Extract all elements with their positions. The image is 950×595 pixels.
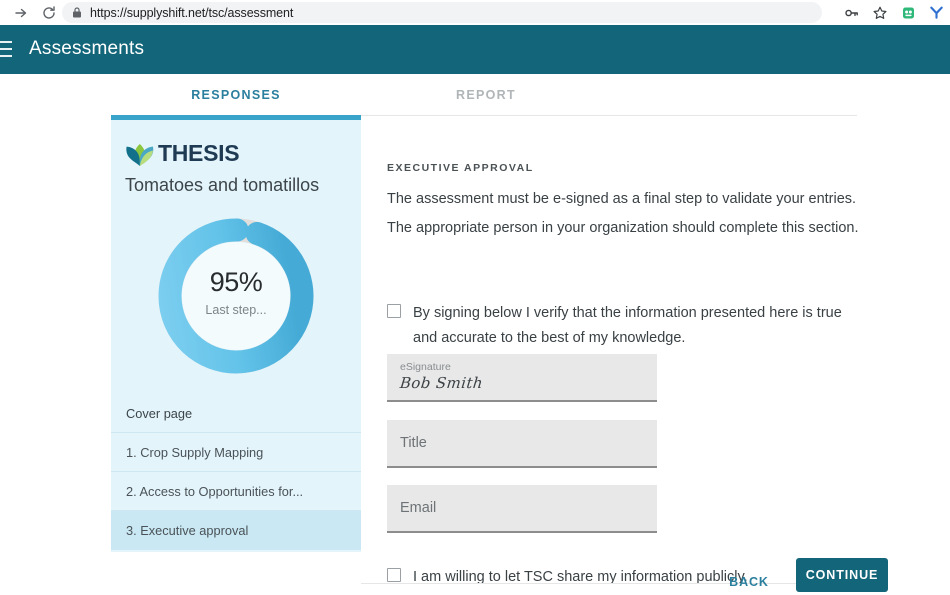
- back-button[interactable]: BACK: [716, 569, 782, 595]
- hamburger-menu-icon[interactable]: [0, 41, 12, 57]
- verify-checkbox-row[interactable]: By signing below I verify that the infor…: [387, 301, 862, 351]
- verify-checkbox-label: By signing below I verify that the infor…: [413, 301, 862, 351]
- reload-icon[interactable]: [36, 0, 62, 25]
- thesis-logo-text: THESIS: [158, 140, 239, 167]
- star-icon[interactable]: [866, 0, 894, 25]
- profile-icon[interactable]: [922, 0, 950, 25]
- tab-bar: RESPONSES REPORT: [111, 74, 857, 116]
- sidebar-item-executive-approval[interactable]: 3. Executive approval: [111, 511, 361, 550]
- progress-percent: 95%: [153, 267, 319, 298]
- tab-report[interactable]: REPORT: [361, 74, 611, 116]
- extension-icon[interactable]: [894, 0, 922, 25]
- sidebar-item-label: Cover page: [126, 406, 192, 421]
- section-heading: EXECUTIVE APPROVAL: [387, 162, 534, 174]
- lock-icon: [71, 6, 83, 19]
- leaf-logo-icon: [125, 141, 155, 167]
- esignature-field[interactable]: eSignature Bob Smith: [387, 354, 657, 402]
- sidebar-item-access-to-opportunities[interactable]: 2. Access to Opportunities for...: [111, 472, 361, 511]
- main-content: EXECUTIVE APPROVAL The assessment must b…: [361, 117, 857, 583]
- forward-arrow-icon[interactable]: [8, 0, 34, 25]
- sidebar-item-label: 1. Crop Supply Mapping: [126, 445, 263, 460]
- url-text: https://supplyshift.net/tsc/assessment: [90, 6, 293, 20]
- sidebar-item-crop-supply-mapping[interactable]: 1. Crop Supply Mapping: [111, 433, 361, 472]
- assessment-name: Tomatoes and tomatillos: [125, 175, 319, 196]
- browser-toolbar: https://supplyshift.net/tsc/assessment: [0, 0, 950, 25]
- progress-ring: 95% Last step...: [153, 213, 319, 379]
- thesis-logo: THESIS: [125, 140, 239, 167]
- footer-divider: [361, 583, 857, 584]
- esignature-label: eSignature: [400, 361, 451, 373]
- public-share-checkbox[interactable]: [387, 568, 401, 582]
- email-field[interactable]: Email: [387, 485, 657, 533]
- page-body: RESPONSES REPORT THESIS Tomatoes and tom…: [0, 74, 950, 578]
- omnibox-actions: [838, 0, 950, 25]
- sidebar-item-label: 3. Executive approval: [126, 523, 248, 538]
- continue-button[interactable]: CONTINUE: [796, 558, 888, 592]
- sidebar-item-label: 2. Access to Opportunities for...: [126, 484, 303, 499]
- sidebar-item-cover-page[interactable]: Cover page: [111, 394, 361, 433]
- assessment-sidebar: THESIS Tomatoes and tomatillos 95% Last …: [111, 117, 361, 552]
- section-intro-text: The assessment must be e-signed as a fin…: [387, 185, 875, 243]
- address-bar[interactable]: https://supplyshift.net/tsc/assessment: [62, 2, 822, 23]
- email-placeholder: Email: [400, 500, 436, 516]
- title-placeholder: Title: [400, 435, 427, 451]
- key-icon[interactable]: [838, 0, 866, 25]
- tab-responses[interactable]: RESPONSES: [111, 74, 361, 116]
- esignature-value: Bob Smith: [399, 374, 484, 392]
- assessment-nav-list: Cover page 1. Crop Supply Mapping 2. Acc…: [111, 394, 361, 550]
- title-field[interactable]: Title: [387, 420, 657, 468]
- app-header: Assessments: [0, 25, 950, 74]
- verify-checkbox[interactable]: [387, 304, 401, 318]
- page-title: Assessments: [29, 38, 144, 60]
- progress-sublabel: Last step...: [153, 303, 319, 317]
